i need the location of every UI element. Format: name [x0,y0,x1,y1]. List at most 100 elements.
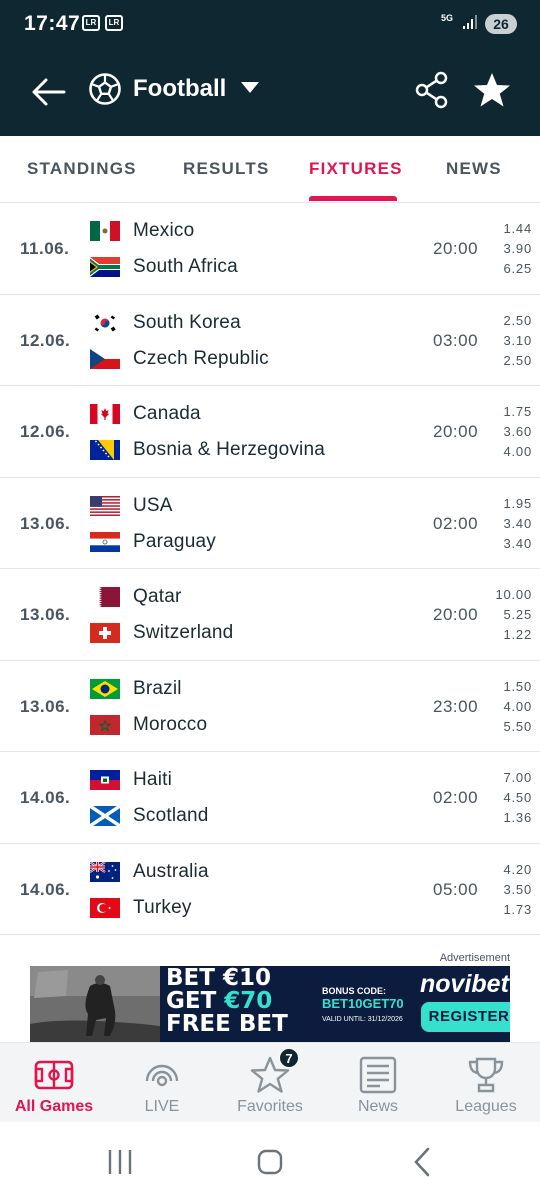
fixture-row[interactable]: 12.06. South Korea Czech Republic 03:00 … [0,295,540,386]
away-team: Czech Republic [133,347,269,369]
home-team: South Korea [133,311,241,333]
fixture-row[interactable]: 14.06. Australia Turkey 05:00 4.20 3.50 … [0,844,540,935]
fixture-row[interactable]: 13.06. Brazil Morocco 23:00 1.50 4.00 5.… [0,661,540,752]
mexico-flag-icon [90,221,120,241]
recent-apps-icon[interactable] [100,1144,140,1180]
fixture-row[interactable]: 14.06. Haiti Scotland 02:00 7.00 4.50 1.… [0,752,540,844]
away-team: Switzerland [133,622,234,643]
odds-column[interactable]: 4.20 3.50 1.73 [488,860,532,920]
nav-label: LIVE [144,1098,180,1115]
odds-away[interactable]: 1.36 [488,808,532,828]
ad-line-1: BET €10 [166,966,271,991]
live-icon [145,1064,179,1087]
odds-home[interactable]: 1.95 [488,494,532,514]
odds-away[interactable]: 2.50 [488,351,532,371]
tab-news[interactable]: NEWS [446,159,502,179]
odds-away[interactable]: 6.25 [488,259,532,279]
odds-column[interactable]: 1.95 3.40 3.40 [488,494,532,554]
newspaper-icon [359,1056,397,1094]
away-team: Scotland [133,805,209,826]
kickoff-time: 03:00 [433,330,479,350]
odds-draw[interactable]: 4.00 [488,697,532,717]
home-icon[interactable] [250,1144,290,1180]
back-nav-icon[interactable] [402,1144,442,1180]
odds-draw[interactable]: 3.60 [488,422,532,442]
odds-column[interactable]: 2.50 3.10 2.50 [488,311,532,371]
ad-brand-logo: novibet [420,970,509,998]
south-korea-flag-icon [90,312,120,333]
odds-column[interactable]: 1.50 4.00 5.50 [488,677,532,737]
home-team: Qatar [133,586,182,607]
odds-away[interactable]: 5.50 [488,717,532,737]
kickoff-time: 20:00 [433,422,479,441]
dropdown-caret-icon[interactable] [241,82,259,93]
tab-results[interactable]: RESULTS [183,159,269,179]
tab-fixtures[interactable]: FIXTURES [309,159,403,179]
nav-all-games[interactable]: All Games [0,1043,108,1123]
canada-flag-icon [90,404,120,424]
fixture-row[interactable]: 13.06. Qatar Switzerland 20:00 10.00 5.2… [0,569,540,661]
odds-home[interactable]: 10.00 [488,585,532,605]
odds-home[interactable]: 2.50 [488,311,532,331]
sport-title[interactable]: Football [133,75,226,103]
fixture-date: 13.06. [20,696,71,716]
away-team: Turkey [133,896,192,918]
ad-line-3: FREE BET [166,1011,288,1037]
odds-draw[interactable]: 3.10 [488,331,532,351]
nav-news[interactable]: News [324,1043,432,1123]
promo-code: BET10GET70 [322,996,404,1011]
nav-leagues[interactable]: Leagues [432,1043,540,1123]
odds-column[interactable]: 1.75 3.60 4.00 [488,402,532,462]
battery-icon: 26 [485,14,517,34]
odds-column[interactable]: 7.00 4.50 1.36 [488,768,532,828]
odds-draw[interactable]: 3.50 [488,880,532,900]
morocco-flag-icon [90,714,120,735]
bosnia-flag-icon [90,440,120,460]
fixture-row[interactable]: 13.06. USA Paraguay 02:00 1.95 3.40 3.40 [0,478,540,569]
kickoff-time: 02:00 [433,513,479,533]
tab-standings[interactable]: STANDINGS [27,159,137,179]
odds-away[interactable]: 1.22 [488,625,532,645]
odds-draw[interactable]: 3.40 [488,514,532,534]
switzerland-flag-icon [90,623,120,643]
star-icon[interactable] [472,70,512,110]
haiti-flag-icon [90,770,120,790]
fixture-date: 12.06. [20,422,71,441]
promo-label: BONUS CODE: [322,986,387,996]
odds-away[interactable]: 4.00 [488,442,532,462]
odds-home[interactable]: 1.44 [488,219,532,239]
czech-republic-flag-icon [90,348,120,369]
home-team: Australia [133,860,209,882]
odds-column[interactable]: 1.44 3.90 6.25 [488,219,532,279]
fixture-date: 13.06. [20,605,71,624]
nav-live[interactable]: LIVE [108,1043,216,1123]
odds-home[interactable]: 1.75 [488,402,532,422]
share-icon[interactable] [414,70,450,110]
promo-valid: VALID UNTIL: 31/12/2026 [322,1016,403,1023]
odds-home[interactable]: 7.00 [488,768,532,788]
fixture-row[interactable]: 11.06. Mexico South Africa 20:00 1.44 3.… [0,203,540,295]
odds-draw[interactable]: 3.90 [488,239,532,259]
nav-label: News [357,1098,398,1115]
turkey-flag-icon [90,897,120,918]
home-team: Brazil [133,677,182,699]
odds-column[interactable]: 10.00 5.25 1.22 [488,585,532,645]
fixture-row[interactable]: 12.06. Canada Bosnia & Herzegovina 20:00… [0,386,540,478]
odds-away[interactable]: 3.40 [488,534,532,554]
system-nav-bar [0,1122,540,1199]
back-arrow-icon[interactable] [28,72,68,112]
odds-away[interactable]: 1.73 [488,900,532,920]
odds-home[interactable]: 4.20 [488,860,532,880]
odds-draw[interactable]: 5.25 [488,605,532,625]
register-button[interactable]: REGISTER [421,1002,510,1032]
odds-home[interactable]: 1.50 [488,677,532,697]
australia-flag-icon [90,861,120,882]
ad-line-2: GET €70 [166,990,288,1013]
nav-favorites[interactable]: 7 Favorites [216,1043,324,1123]
notification-icon: LR [105,15,123,31]
fixture-date: 14.06. [20,879,71,899]
odds-draw[interactable]: 4.50 [488,788,532,808]
ad-banner[interactable]: BET €10 GET €70 FREE BET BONUS CODE: BET… [30,966,510,1042]
fixture-date: 13.06. [20,513,71,533]
fixture-date: 11.06. [20,239,70,258]
